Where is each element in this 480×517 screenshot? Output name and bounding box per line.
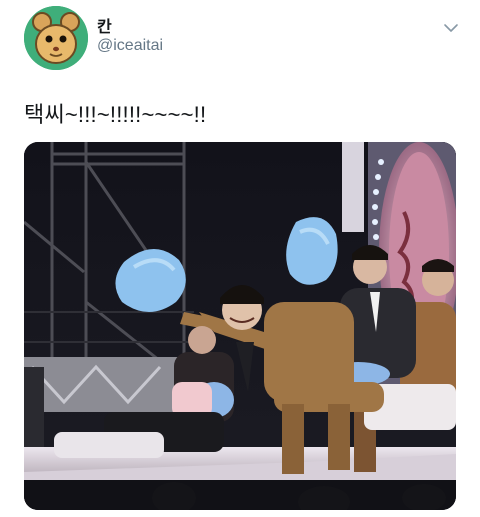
concert-photo-image: [24, 142, 456, 510]
tweet-menu-button[interactable]: [441, 20, 461, 36]
tweet-card: 칸 @iceaitai 택씨~!!!~!!!!!~~~~!!: [0, 0, 480, 517]
chevron-down-icon: [444, 24, 458, 32]
user-handle[interactable]: @iceaitai: [97, 37, 163, 55]
avatar[interactable]: [24, 6, 88, 70]
tweet-photo[interactable]: [24, 142, 456, 510]
cartoon-mouse-avatar-icon: [24, 6, 88, 70]
display-name[interactable]: 칸: [97, 13, 112, 37]
tweet-text: 택씨~!!!~!!!!!~~~~!!: [24, 102, 207, 127]
